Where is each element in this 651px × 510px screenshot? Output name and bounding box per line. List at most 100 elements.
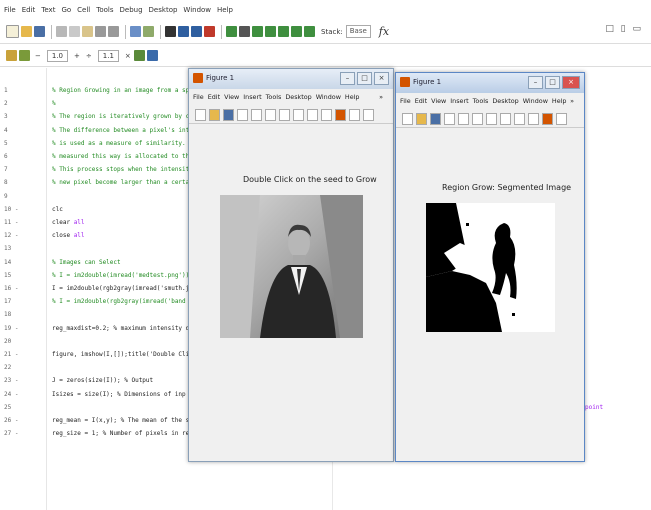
redo-icon[interactable] — [108, 26, 119, 37]
code-line[interactable]: % The difference between a pixel's int — [52, 127, 189, 134]
menu-text[interactable]: Text — [41, 6, 55, 14]
figure-menu-edit[interactable]: Edit — [415, 97, 427, 105]
code-line[interactable]: % measured this way is allocated to th — [52, 153, 189, 160]
figure-menu-edit[interactable]: Edit — [208, 93, 220, 101]
goto-icon[interactable] — [143, 26, 154, 37]
step-in-icon[interactable] — [265, 26, 276, 37]
figure-menu-insert[interactable]: Insert — [243, 93, 261, 101]
menu-debug[interactable]: Debug — [120, 6, 143, 14]
data-cursor-icon[interactable] — [528, 112, 539, 125]
step-icon[interactable] — [252, 26, 263, 37]
eval-cell-icon[interactable] — [19, 50, 30, 61]
menu-cell[interactable]: Cell — [77, 6, 90, 14]
pan-icon[interactable] — [500, 112, 511, 125]
data-cursor-icon[interactable] — [321, 108, 332, 121]
figure-window-seed[interactable]: Figure 1 – □ × File Edit View Insert Too… — [188, 68, 394, 462]
copy-icon[interactable] — [69, 26, 80, 37]
open-file-icon[interactable] — [416, 112, 427, 125]
code-line[interactable]: % new pixel become larger than a certa — [52, 179, 189, 186]
cell-mode-icon[interactable] — [6, 50, 17, 61]
code-line[interactable]: figure, imshow(I,[]);title('Double Cli — [52, 351, 189, 358]
figure-menu-help[interactable]: Help — [552, 97, 567, 105]
close-button[interactable]: × — [562, 76, 580, 89]
menu-window[interactable]: Window — [183, 6, 211, 14]
figure-menu-view[interactable]: View — [224, 93, 239, 101]
save-figure-icon[interactable] — [223, 108, 234, 121]
continue-icon[interactable] — [291, 26, 302, 37]
figure-menu-window[interactable]: Window — [316, 93, 341, 101]
code-line[interactable]: reg_size = 1; % Number of pixels in regi… — [52, 430, 204, 437]
code-line[interactable]: clc — [52, 206, 63, 213]
code-line[interactable]: % — [52, 100, 56, 107]
figure-menu-help[interactable]: Help — [345, 93, 360, 101]
undo-icon[interactable] — [95, 26, 106, 37]
code-line[interactable]: % Region Growing in an image from a sp — [52, 87, 189, 94]
figure-menu-desktop[interactable]: Desktop — [492, 97, 518, 105]
pan-icon[interactable] — [293, 108, 304, 121]
colorbar-icon[interactable] — [556, 112, 567, 125]
menu-desktop[interactable]: Desktop — [149, 6, 178, 14]
stack-select[interactable]: Base — [345, 25, 371, 38]
breakpoint-icon[interactable] — [226, 26, 237, 37]
pointer-icon[interactable] — [251, 108, 262, 121]
paste-icon[interactable] — [82, 26, 93, 37]
menu-overflow-icon[interactable]: » — [379, 93, 383, 101]
new-figure-icon[interactable] — [402, 112, 413, 125]
legend-icon[interactable] — [363, 108, 374, 121]
rotate-icon[interactable] — [514, 112, 525, 125]
new-figure-icon[interactable] — [195, 108, 206, 121]
decrement-button[interactable]: − — [35, 52, 41, 60]
open-file-icon[interactable] — [209, 108, 220, 121]
scale-value-field[interactable]: 1.1 — [97, 49, 119, 62]
menu-file[interactable]: File — [4, 6, 16, 14]
menu-edit[interactable]: Edit — [22, 6, 36, 14]
code-line[interactable]: Isizes = size(I); % Dimensions of inp — [52, 391, 186, 398]
zoom-out-icon[interactable] — [486, 112, 497, 125]
brush-icon[interactable] — [335, 108, 346, 121]
figure-menu-window[interactable]: Window — [523, 97, 548, 105]
rotate-icon[interactable] — [307, 108, 318, 121]
open-folder-icon[interactable] — [21, 26, 32, 37]
brush-icon[interactable] — [542, 112, 553, 125]
menu-go[interactable]: Go — [61, 6, 71, 14]
code-line[interactable]: % This process stops when the intensit — [52, 166, 189, 173]
decrement-value-field[interactable]: 1.0 — [46, 49, 69, 62]
clear-breakpoints-icon[interactable] — [239, 26, 250, 37]
pointer-icon[interactable] — [458, 112, 469, 125]
divide-button[interactable]: ÷ — [86, 52, 92, 60]
function-icon[interactable] — [204, 26, 215, 37]
figure-menu-desktop[interactable]: Desktop — [285, 93, 311, 101]
maximize-button[interactable]: □ — [545, 76, 560, 89]
code-line[interactable]: I = im2double(rgb2gray(imread('smuth.j — [52, 285, 189, 292]
back-arrow-icon[interactable] — [178, 26, 189, 37]
code-line[interactable]: % is used as a measure of similarity. — [52, 140, 186, 147]
print-icon[interactable] — [444, 112, 455, 125]
figure-titlebar[interactable]: Figure 1 – □ × — [189, 69, 393, 89]
window-layout-controls[interactable]: □ ▯ ▭ — [605, 24, 643, 34]
figure-menu-file[interactable]: File — [193, 93, 204, 101]
new-file-icon[interactable] — [6, 25, 19, 38]
figure-menu-tools[interactable]: Tools — [473, 97, 489, 105]
minimize-button[interactable]: – — [528, 76, 543, 89]
multiply-button[interactable]: × — [125, 52, 131, 60]
menu-overflow-icon[interactable]: » — [570, 97, 574, 105]
zoom-in-icon[interactable] — [265, 108, 276, 121]
minimize-button[interactable]: – — [340, 72, 355, 85]
figure-menu-view[interactable]: View — [431, 97, 446, 105]
find-icon[interactable] — [130, 26, 141, 37]
exit-debug-icon[interactable] — [304, 26, 315, 37]
advance-icon[interactable] — [146, 50, 158, 61]
eval-advance-icon[interactable] — [133, 50, 145, 61]
code-line[interactable]: reg_maxdist=0.2; % maximum intensity d — [52, 325, 189, 332]
code-line[interactable]: clear all — [52, 219, 85, 226]
menu-help[interactable]: Help — [217, 6, 233, 14]
increment-button[interactable]: + — [74, 52, 80, 60]
zoom-in-icon[interactable] — [472, 112, 483, 125]
zoom-out-icon[interactable] — [279, 108, 290, 121]
menu-tools[interactable]: Tools — [96, 6, 113, 14]
code-line[interactable]: % I = im2double(imread('medtest.png')) — [52, 272, 189, 279]
figure-menu-file[interactable]: File — [400, 97, 411, 105]
figure-titlebar[interactable]: Figure 1 – □ × — [396, 73, 584, 93]
print-icon[interactable] — [237, 108, 248, 121]
function-browser-icon[interactable]: fx — [379, 25, 389, 38]
